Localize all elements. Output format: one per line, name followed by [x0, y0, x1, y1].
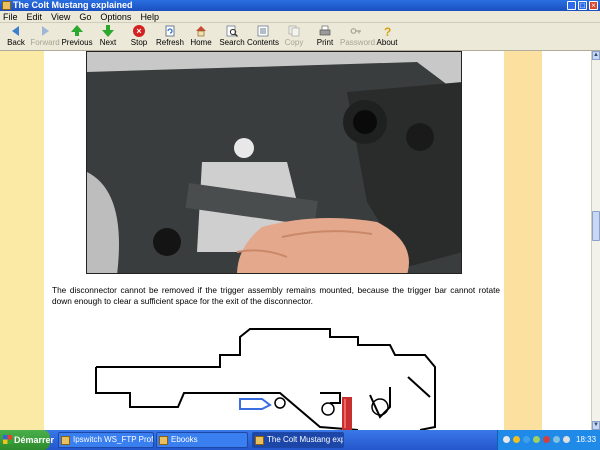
password-icon	[350, 25, 362, 37]
menu-view[interactable]: View	[51, 12, 70, 22]
copy-button[interactable]: Copy	[278, 24, 310, 50]
print-icon	[319, 25, 331, 37]
back-button[interactable]: Back	[0, 24, 32, 50]
stop-icon: ×	[133, 25, 145, 37]
down-arrow-icon	[102, 25, 114, 37]
tray-volume-icon[interactable]	[563, 436, 570, 443]
about-icon: ?	[381, 25, 393, 39]
menu-options[interactable]: Options	[100, 12, 131, 22]
next-button[interactable]: Next	[92, 24, 124, 50]
title-bar: The Colt Mustang explained _ □ ×	[0, 0, 600, 11]
vertical-scrollbar[interactable]: ▲ ▼	[591, 51, 600, 430]
toolbar: Back Forward Previous Next × Stop Refres…	[0, 23, 600, 51]
tray-arrow-icon[interactable]	[503, 436, 510, 443]
app-icon	[255, 436, 264, 445]
forward-button[interactable]: Forward	[29, 24, 61, 50]
app-icon	[2, 1, 11, 10]
right-margin-band	[504, 51, 542, 430]
password-button[interactable]: Password	[340, 24, 375, 50]
print-button[interactable]: Print	[309, 24, 341, 50]
folder-icon	[159, 436, 168, 445]
taskbar-item-colt-mustang[interactable]: The Colt Mustang expla...	[252, 432, 344, 448]
scroll-up-button[interactable]: ▲	[592, 51, 600, 60]
left-margin-band	[0, 51, 44, 430]
home-icon	[195, 25, 207, 37]
caption-text: The disconnector cannot be removed if th…	[52, 285, 500, 306]
home-button[interactable]: Home	[185, 24, 217, 50]
search-icon	[226, 25, 238, 37]
tray-app-icon[interactable]	[533, 436, 540, 443]
tray-app-icon[interactable]	[513, 436, 520, 443]
tray-app-icon[interactable]	[553, 436, 560, 443]
forward-arrow-icon	[39, 25, 51, 37]
svg-text:?: ?	[384, 25, 391, 37]
taskbar-item-ws-ftp[interactable]: Ipswitch WS_FTP Profes...	[58, 432, 154, 448]
minimize-button[interactable]: _	[567, 1, 576, 10]
contents-icon	[257, 25, 269, 37]
contents-button[interactable]: Contents	[247, 24, 279, 50]
windows-flag-icon	[3, 435, 12, 444]
stop-button[interactable]: × Stop	[123, 24, 155, 50]
menu-go[interactable]: Go	[79, 12, 91, 22]
menu-file[interactable]: File	[3, 12, 18, 22]
menu-edit[interactable]: Edit	[27, 12, 43, 22]
ftp-app-icon	[61, 436, 70, 445]
menu-bar: File Edit View Go Options Help	[0, 11, 600, 23]
frame-drawing	[90, 327, 460, 430]
clock: 18:33	[576, 435, 597, 444]
scroll-down-button[interactable]: ▼	[592, 421, 600, 430]
previous-button[interactable]: Previous	[61, 24, 93, 50]
tray-network-icon[interactable]	[523, 436, 530, 443]
refresh-button[interactable]: Refresh	[154, 24, 186, 50]
search-button[interactable]: Search	[216, 24, 248, 50]
back-arrow-icon	[10, 25, 22, 37]
menu-help[interactable]: Help	[140, 12, 159, 22]
scroll-thumb[interactable]	[592, 211, 600, 241]
system-tray: 18:33	[497, 430, 600, 450]
taskbar-item-ebooks[interactable]: Ebooks	[156, 432, 248, 448]
maximize-button[interactable]: □	[578, 1, 587, 10]
content-area: The disconnector cannot be removed if th…	[0, 51, 591, 430]
close-button[interactable]: ×	[589, 1, 598, 10]
copy-icon	[288, 25, 300, 37]
about-button[interactable]: ? About	[371, 24, 403, 50]
window-title: The Colt Mustang explained	[13, 0, 133, 10]
taskbar: Démarrer Ipswitch WS_FTP Profes... Ebook…	[0, 430, 600, 450]
up-arrow-icon	[71, 25, 83, 37]
refresh-icon	[164, 25, 176, 37]
start-button[interactable]: Démarrer	[0, 430, 54, 450]
tray-security-icon[interactable]	[543, 436, 550, 443]
frame-photo	[86, 51, 462, 274]
